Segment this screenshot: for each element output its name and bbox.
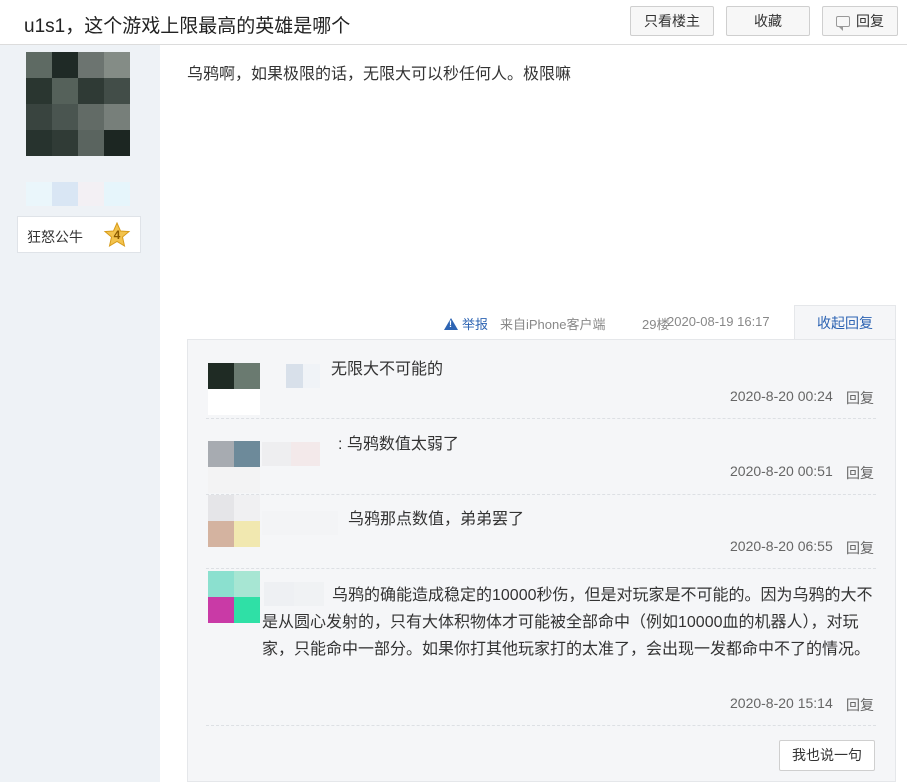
avatar-mosaic-cell [78, 78, 104, 104]
avatar-mosaic-cell [208, 571, 234, 597]
avatar-mosaic-cell [52, 104, 78, 130]
warning-icon [444, 318, 458, 330]
comment-username[interactable] [262, 511, 338, 535]
post-source: 来自iPhone客户端 [500, 317, 606, 332]
avatar-mosaic-cell [234, 597, 260, 623]
comment-text: 乌鸦的确能造成稳定的10000秒伤，但是对玩家是不可能的。因为乌鸦的大不是从圆心… [262, 587, 873, 658]
post-time: 2020-08-19 16:17 [667, 314, 770, 329]
avatar-mosaic-cell [78, 130, 104, 156]
report-label: 举报 [462, 317, 489, 332]
username-blur-cell [262, 511, 300, 535]
username-blur-cell [262, 442, 291, 466]
thread-header: u1s1，这个游戏上限最高的英雄是哪个 只看楼主 收藏 回复 [0, 0, 907, 45]
comment-reply-link[interactable]: 回复 [846, 538, 874, 558]
avatar-mosaic-cell [234, 467, 260, 493]
comment-list [187, 339, 896, 782]
comment-time: 2020-8-20 06:55 [730, 538, 833, 554]
avatar-mosaic-cell [26, 104, 52, 130]
avatar-mosaic-cell [208, 521, 234, 547]
add-comment-button[interactable]: 我也说一句 [779, 740, 875, 771]
username-blur-cell [300, 511, 338, 535]
comment-avatar[interactable] [208, 495, 260, 547]
avatar-mosaic-cell [208, 441, 234, 467]
comment-username[interactable] [286, 364, 320, 388]
collapse-replies-button[interactable]: 收起回复 [794, 305, 896, 340]
author-avatar[interactable] [26, 52, 130, 156]
comment-avatar[interactable] [208, 571, 260, 623]
badge-blur-cell [78, 182, 104, 206]
avatar-mosaic-cell [234, 441, 260, 467]
avatar-mosaic-cell [208, 389, 234, 415]
avatar-mosaic-cell [52, 78, 78, 104]
comment-divider [206, 418, 876, 419]
author-name[interactable]: 狂怒公牛 [27, 227, 83, 247]
comment-avatar[interactable] [208, 441, 260, 493]
avatar-mosaic-cell [208, 597, 234, 623]
avatar-mosaic-cell [104, 78, 130, 104]
username-blur-cell [286, 364, 303, 388]
avatar-mosaic-cell [104, 104, 130, 130]
thread-title: u1s1，这个游戏上限最高的英雄是哪个 [24, 16, 351, 37]
username-blur-cell [291, 442, 320, 466]
comment-reply-link[interactable]: 回复 [846, 695, 874, 715]
avatar-mosaic-cell [78, 52, 104, 78]
level-number: 4 [113, 228, 121, 242]
avatar-mosaic-cell [26, 78, 52, 104]
avatar-mosaic-cell [52, 52, 78, 78]
comment-divider [206, 494, 876, 495]
author-card: 狂怒公牛 4 [17, 216, 141, 253]
comment-reply-link[interactable]: 回复 [846, 388, 874, 408]
avatar-mosaic-cell [104, 130, 130, 156]
comment-text: 乌鸦那点数值，弟弟罢了 [348, 511, 525, 528]
avatar-mosaic-cell [208, 363, 234, 389]
avatar-mosaic-cell [234, 495, 260, 521]
avatar-mosaic-cell [234, 571, 260, 597]
comment-avatar[interactable] [208, 363, 260, 415]
comment-divider [206, 725, 876, 726]
comment-icon [836, 16, 850, 31]
avatar-mosaic-cell [78, 104, 104, 130]
author-badges [26, 182, 130, 206]
username-blur-cell [303, 364, 320, 388]
post-floor: 29楼 [642, 317, 670, 332]
level-badge: 4 [103, 221, 131, 250]
comment-text: 无限大不可能的 [331, 361, 444, 378]
avatar-mosaic-cell [208, 495, 234, 521]
favorite-button[interactable]: 收藏 [726, 6, 810, 36]
avatar-mosaic-cell [26, 52, 52, 78]
avatar-mosaic-cell [26, 130, 52, 156]
avatar-mosaic-cell [234, 521, 260, 547]
avatar-mosaic-cell [52, 130, 78, 156]
avatar-mosaic-cell [234, 389, 260, 415]
avatar-mosaic-cell [104, 52, 130, 78]
comment-time: 2020-8-20 00:51 [730, 463, 833, 479]
comment-username[interactable] [262, 442, 320, 466]
comment-text: : 乌鸦数值太弱了 [338, 436, 459, 453]
post-content: 乌鸦啊，如果极限的话，无限大可以秒任何人。极限嘛 [187, 66, 572, 83]
badge-blur-cell [52, 182, 78, 206]
reply-button-label: 回复 [856, 13, 884, 29]
comment-divider [206, 568, 876, 569]
reply-button[interactable]: 回复 [822, 6, 898, 36]
only-op-button[interactable]: 只看楼主 [630, 6, 714, 36]
badge-blur-cell [104, 182, 130, 206]
comment-time: 2020-8-20 15:14 [730, 695, 833, 711]
comment-reply-link[interactable]: 回复 [846, 463, 874, 483]
badge-blur-cell [26, 182, 52, 206]
avatar-mosaic-cell [208, 467, 234, 493]
avatar-mosaic-cell [234, 363, 260, 389]
comment-time: 2020-8-20 00:24 [730, 388, 833, 404]
report-link[interactable]: 举报 [444, 314, 488, 332]
